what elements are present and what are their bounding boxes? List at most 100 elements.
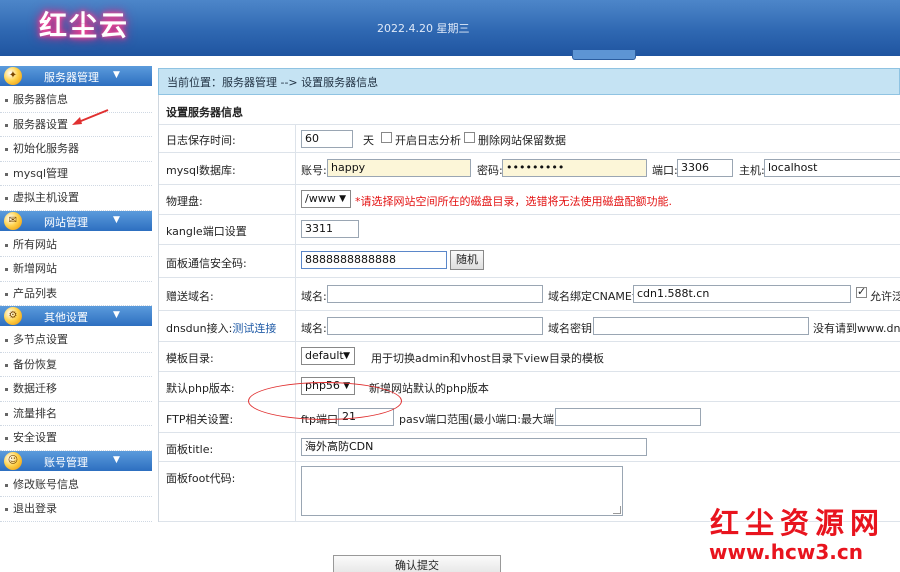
row-separator [295,311,296,341]
panel-title-input[interactable]: 海外高防CDN [301,438,647,456]
group-title: 网站管理 [44,215,88,229]
mysql-port-label: 端口: [652,164,678,177]
sidebar-group-server[interactable]: ✦ 服务器管理 ▼ [0,66,152,86]
watermark-url: www.hcw3.cn [709,540,863,564]
breadcrumb: 当前位置：服务器管理 --> 设置服务器信息 [158,68,900,95]
test-connection-link[interactable]: 测试连接 [232,322,276,335]
sidebar-item-logout[interactable]: 退出登录 [0,497,152,522]
sidebar-group-other[interactable]: ⚙ 其他设置 ▼ [0,306,152,326]
pasv-range-input[interactable] [555,408,701,426]
row-separator [295,433,296,461]
sidebar-item-nodes[interactable]: 多节点设置 [0,328,152,353]
random-button[interactable]: 随机 [450,250,484,270]
dnsdun-key-input[interactable] [593,317,809,335]
keep-data-label: 删除网站保留数据 [478,134,566,147]
keep-data-checkbox[interactable] [464,132,475,143]
sidebar-item-migrate[interactable]: 数据迁移 [0,377,152,402]
row-separator [295,215,296,244]
mysql-host-input[interactable]: localhost [764,159,900,177]
dnsdun-domain-input[interactable] [327,317,543,335]
sidebar-item-edit-account[interactable]: 修改账号信息 [0,473,152,497]
security-code-input[interactable]: 8888888888888 [301,251,447,269]
row-template: 模板目录: default ▼ 用于切换admin和vhost目录下view目录… [159,342,900,372]
row-separator [295,153,296,184]
settings-form: 设置服务器信息 日志保存时间: 60 天 开启日志分析 删除网站保留数据 mys… [158,95,900,522]
chevron-down-icon: ▼ [113,454,120,465]
sidebar-item-traffic[interactable]: 流量排名 [0,402,152,426]
current-date: 2022.4.20 星期三 [377,22,470,35]
section-header: 设置服务器信息 [159,95,900,125]
row-separator [295,245,296,277]
ftp-label: FTP相关设置: [166,413,234,426]
mysql-host-label: 主机: [739,164,765,177]
row-separator [295,125,296,152]
top-banner: 红尘云 2022.4.20 星期三 [0,0,900,60]
row-mysql: mysql数据库: 账号: happy 密码: ••••••••• 端口: 33… [159,153,900,185]
dnsdun-hint: 没有请到www.dnsdun [813,322,900,335]
allow-wildcard-label: 允许泛 [870,290,900,303]
mysql-pwd-label: 密码: [477,164,503,177]
panel-foot-label: 面板foot代码: [166,472,236,485]
sidebar-item-mysql[interactable]: mysql管理 [0,162,152,186]
sidebar-group-site[interactable]: ✉ 网站管理 ▼ [0,210,152,231]
allow-wildcard-checkbox[interactable] [856,285,867,298]
gift-domain-input[interactable] [327,285,543,303]
log-analysis-checkbox[interactable] [381,132,392,143]
gift-domain-field-label: 域名: [301,290,327,303]
cname-input[interactable]: cdn1.588t.cn [633,285,851,303]
row-dnsdun: dnsdun接入:测试连接 域名: 域名密钥: 没有请到www.dnsdun [159,311,900,342]
mysql-user-input[interactable]: happy [327,159,471,177]
disk-select[interactable]: /www ▼ [301,190,351,208]
disk-label: 物理盘: [166,195,203,208]
template-select[interactable]: default ▼ [301,347,355,365]
resize-grip-icon[interactable] [613,506,621,514]
log-unit: 天 [363,134,374,147]
log-analysis-label: 开启日志分析 [395,134,461,147]
row-security-code: 面板通信安全码: 8888888888888 随机 [159,245,900,278]
panel-foot-textarea[interactable] [301,466,623,516]
panel-title-label: 面板title: [166,443,214,456]
template-select-value: default [305,349,344,362]
watermark-title: 红尘资源网 [710,506,886,540]
gift-domain-label: 赠送域名: [166,290,214,303]
annotation-highlight-oval [248,382,402,420]
template-label: 模板目录: [166,352,214,365]
user-icon: ☺ [4,451,22,470]
group-title: 服务器管理 [44,71,99,84]
disk-warning: *请选择网站空间所在的磁盘目录，选错将无法使用磁盘配额功能. [355,195,672,208]
log-days-input[interactable]: 60 [301,130,353,148]
dnsdun-label: dnsdun接入:测试连接 [166,320,276,336]
mysql-password-input[interactable]: ••••••••• [502,159,647,177]
sidebar-item-init-server[interactable]: 初始化服务器 [0,137,152,162]
section-title: 设置服务器信息 [166,106,243,119]
row-separator [295,185,296,214]
row-separator [295,342,296,371]
row-separator [295,278,296,310]
dnsdun-key-label: 域名密钥: [548,322,596,335]
disk-select-value: /www [305,192,336,205]
sidebar-item-new-site[interactable]: 新增网站 [0,257,152,282]
submit-button[interactable]: 确认提交 [333,555,501,572]
template-hint: 用于切换admin和vhost目录下view目录的模板 [371,352,605,365]
kangle-port-input[interactable]: 3311 [301,220,359,238]
row-log: 日志保存时间: 60 天 开启日志分析 删除网站保留数据 [159,125,900,153]
chevron-down-icon: ▼ [343,351,350,361]
site-icon: ✉ [4,211,22,230]
sidebar-item-vhost[interactable]: 虚拟主机设置 [0,186,152,211]
sidebar-item-all-sites[interactable]: 所有网站 [0,233,152,257]
mysql-label: mysql数据库: [166,164,236,177]
mysql-port-input[interactable]: 3306 [677,159,733,177]
sidebar-group-account[interactable]: ☺ 账号管理 ▼ [0,450,152,471]
group-title: 账号管理 [44,455,88,469]
row-disk: 物理盘: /www ▼ *请选择网站空间所在的磁盘目录，选错将无法使用磁盘配额功… [159,185,900,215]
mysql-user-label: 账号: [301,164,327,177]
collapse-tab[interactable] [572,50,636,60]
sidebar-item-products[interactable]: 产品列表 [0,282,152,306]
tools-icon: ⚙ [4,307,22,325]
sidebar-item-security[interactable]: 安全设置 [0,426,152,451]
row-title: 面板title: 海外高防CDN [159,433,900,462]
chevron-down-icon: ▼ [113,70,120,80]
group-title: 其他设置 [44,311,88,324]
sidebar-item-backup[interactable]: 备份恢复 [0,353,152,377]
row-gift-domain: 赠送域名: 域名: 域名绑定CNAME记录 cdn1.588t.cn 允许泛 [159,278,900,311]
